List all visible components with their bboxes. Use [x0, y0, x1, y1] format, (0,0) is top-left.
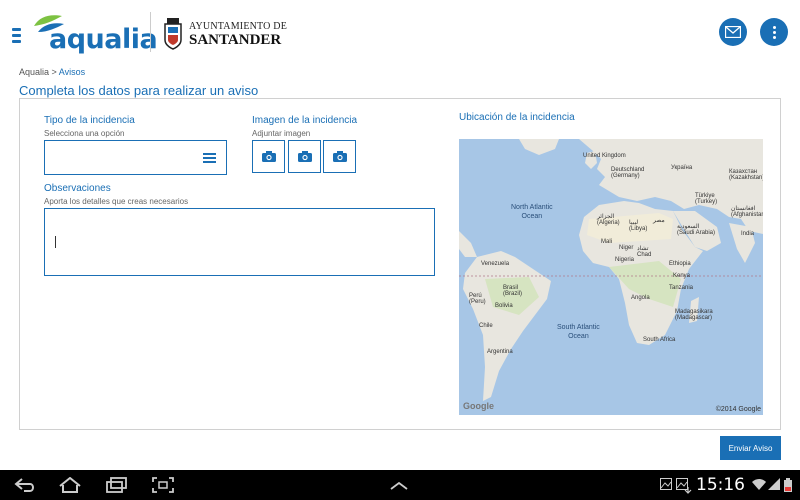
imagen-label: Imagen de la incidencia — [252, 115, 358, 126]
more-vert-icon — [772, 24, 776, 41]
attach-image-button-1[interactable] — [252, 140, 285, 173]
map-label: افغانستان(Afghanistan) — [731, 206, 763, 218]
attach-image-button-3[interactable] — [323, 140, 356, 173]
map-label: Україна — [671, 165, 693, 171]
more-options-button[interactable] — [760, 18, 788, 46]
system-navigation-bar: 15:16 — [0, 470, 800, 500]
report-form-card: Tipo de la incidencia Selecciona una opc… — [19, 98, 781, 430]
menu-icon[interactable] — [12, 28, 22, 44]
page-title: Completa los datos para realizar un avis… — [19, 83, 259, 98]
send-report-button[interactable]: Enviar Aviso — [720, 436, 781, 460]
download-icon — [684, 487, 692, 494]
recent-apps-icon[interactable] — [106, 477, 128, 493]
map-label: تشاد Chad — [637, 246, 652, 258]
tipo-label: Tipo de la incidencia — [44, 115, 135, 126]
home-icon[interactable] — [58, 477, 82, 493]
observaciones-label: Observaciones — [44, 183, 111, 194]
back-icon[interactable] — [14, 477, 36, 493]
map-copyright: ©2014 Google — [715, 406, 761, 413]
map-label: Ethiopia — [669, 261, 691, 267]
map-label: Türkiye (Turkey) — [695, 193, 718, 205]
map-label: Tanzania — [669, 285, 694, 291]
map-label: Deutschland (Germany) — [611, 167, 645, 179]
ubicacion-label: Ubicación de la incidencia — [459, 112, 575, 123]
camera-icon — [332, 151, 347, 162]
map-label: السعودية (Saudi Arabia) — [677, 224, 716, 236]
wifi-icon — [752, 479, 766, 490]
map-label: Kenya — [673, 273, 691, 279]
santander-logo: AYUNTAMIENTO DE SANTANDER — [161, 16, 287, 52]
map-label: ليبيا (Libya) — [629, 220, 648, 232]
logo-divider — [150, 12, 151, 52]
partner-line1: AYUNTAMIENTO DE — [189, 21, 288, 32]
breadcrumb-separator: > — [49, 67, 59, 77]
map-label: Казахстан (Kazakhstan) — [729, 169, 763, 181]
observaciones-hint: Aporta los detalles que creas necesarios — [44, 197, 189, 206]
mail-icon — [725, 26, 741, 38]
aqualia-logo: aqualia — [30, 14, 158, 55]
map-label: Argentina — [487, 349, 513, 355]
gallery-icon — [660, 478, 672, 490]
camera-icon — [261, 151, 276, 162]
map-label: الجزائر (Algeria) — [597, 214, 620, 226]
camera-icon — [297, 151, 312, 162]
text-caret — [55, 236, 56, 248]
breadcrumb: Aqualia > Avisos — [19, 67, 85, 77]
signal-icon — [768, 478, 780, 490]
ocean-label-south-atlantic: South Atlantic Ocean — [557, 324, 600, 340]
map-label: Chile — [479, 323, 493, 329]
map-label: Angola — [631, 295, 650, 301]
mail-button[interactable] — [719, 18, 747, 46]
map-label: Venezuela — [481, 261, 510, 267]
screenshot-icon[interactable] — [152, 477, 174, 493]
map-label: Niger — [619, 245, 634, 251]
location-map[interactable]: North Atlantic Ocean South Atlantic Ocean … — [459, 139, 763, 415]
map-label: United Kingdom — [583, 153, 626, 159]
map-label: South Africa — [643, 337, 676, 343]
imagen-hint: Adjuntar imagen — [252, 129, 311, 138]
map-label: Bolivia — [495, 303, 513, 309]
list-icon — [203, 153, 216, 165]
map-label: India — [741, 231, 755, 237]
brand-name: aqualia — [49, 24, 158, 55]
map-label: Mali — [601, 239, 613, 245]
map-label: Brasil (Brazil) — [503, 285, 522, 297]
map-landmass — [459, 139, 763, 401]
ocean-label-north-atlantic: North Atlantic Ocean — [511, 204, 553, 220]
map-label: مصر — [653, 218, 665, 224]
map-label: Nigeria — [615, 257, 635, 263]
app-header: aqualia AYUNTAMIENTO DE SANTANDER — [0, 0, 800, 64]
google-watermark: Google — [463, 401, 494, 411]
map-label: Madagasikara (Madagascar) — [675, 309, 713, 321]
breadcrumb-current: Avisos — [58, 67, 86, 77]
tipo-select[interactable] — [44, 140, 227, 175]
map-label: Perú (Peru) — [469, 293, 486, 305]
up-chevron-icon[interactable] — [389, 481, 409, 491]
observaciones-textarea[interactable] — [44, 208, 435, 276]
attach-image-button-2[interactable] — [288, 140, 321, 173]
clock: 15:16 — [696, 475, 745, 495]
coat-of-arms-icon — [164, 18, 182, 50]
partner-line2: SANTANDER — [189, 32, 282, 48]
tipo-hint: Selecciona una opción — [44, 129, 125, 138]
breadcrumb-root[interactable]: Aqualia — [19, 67, 49, 77]
battery-icon — [784, 478, 792, 492]
